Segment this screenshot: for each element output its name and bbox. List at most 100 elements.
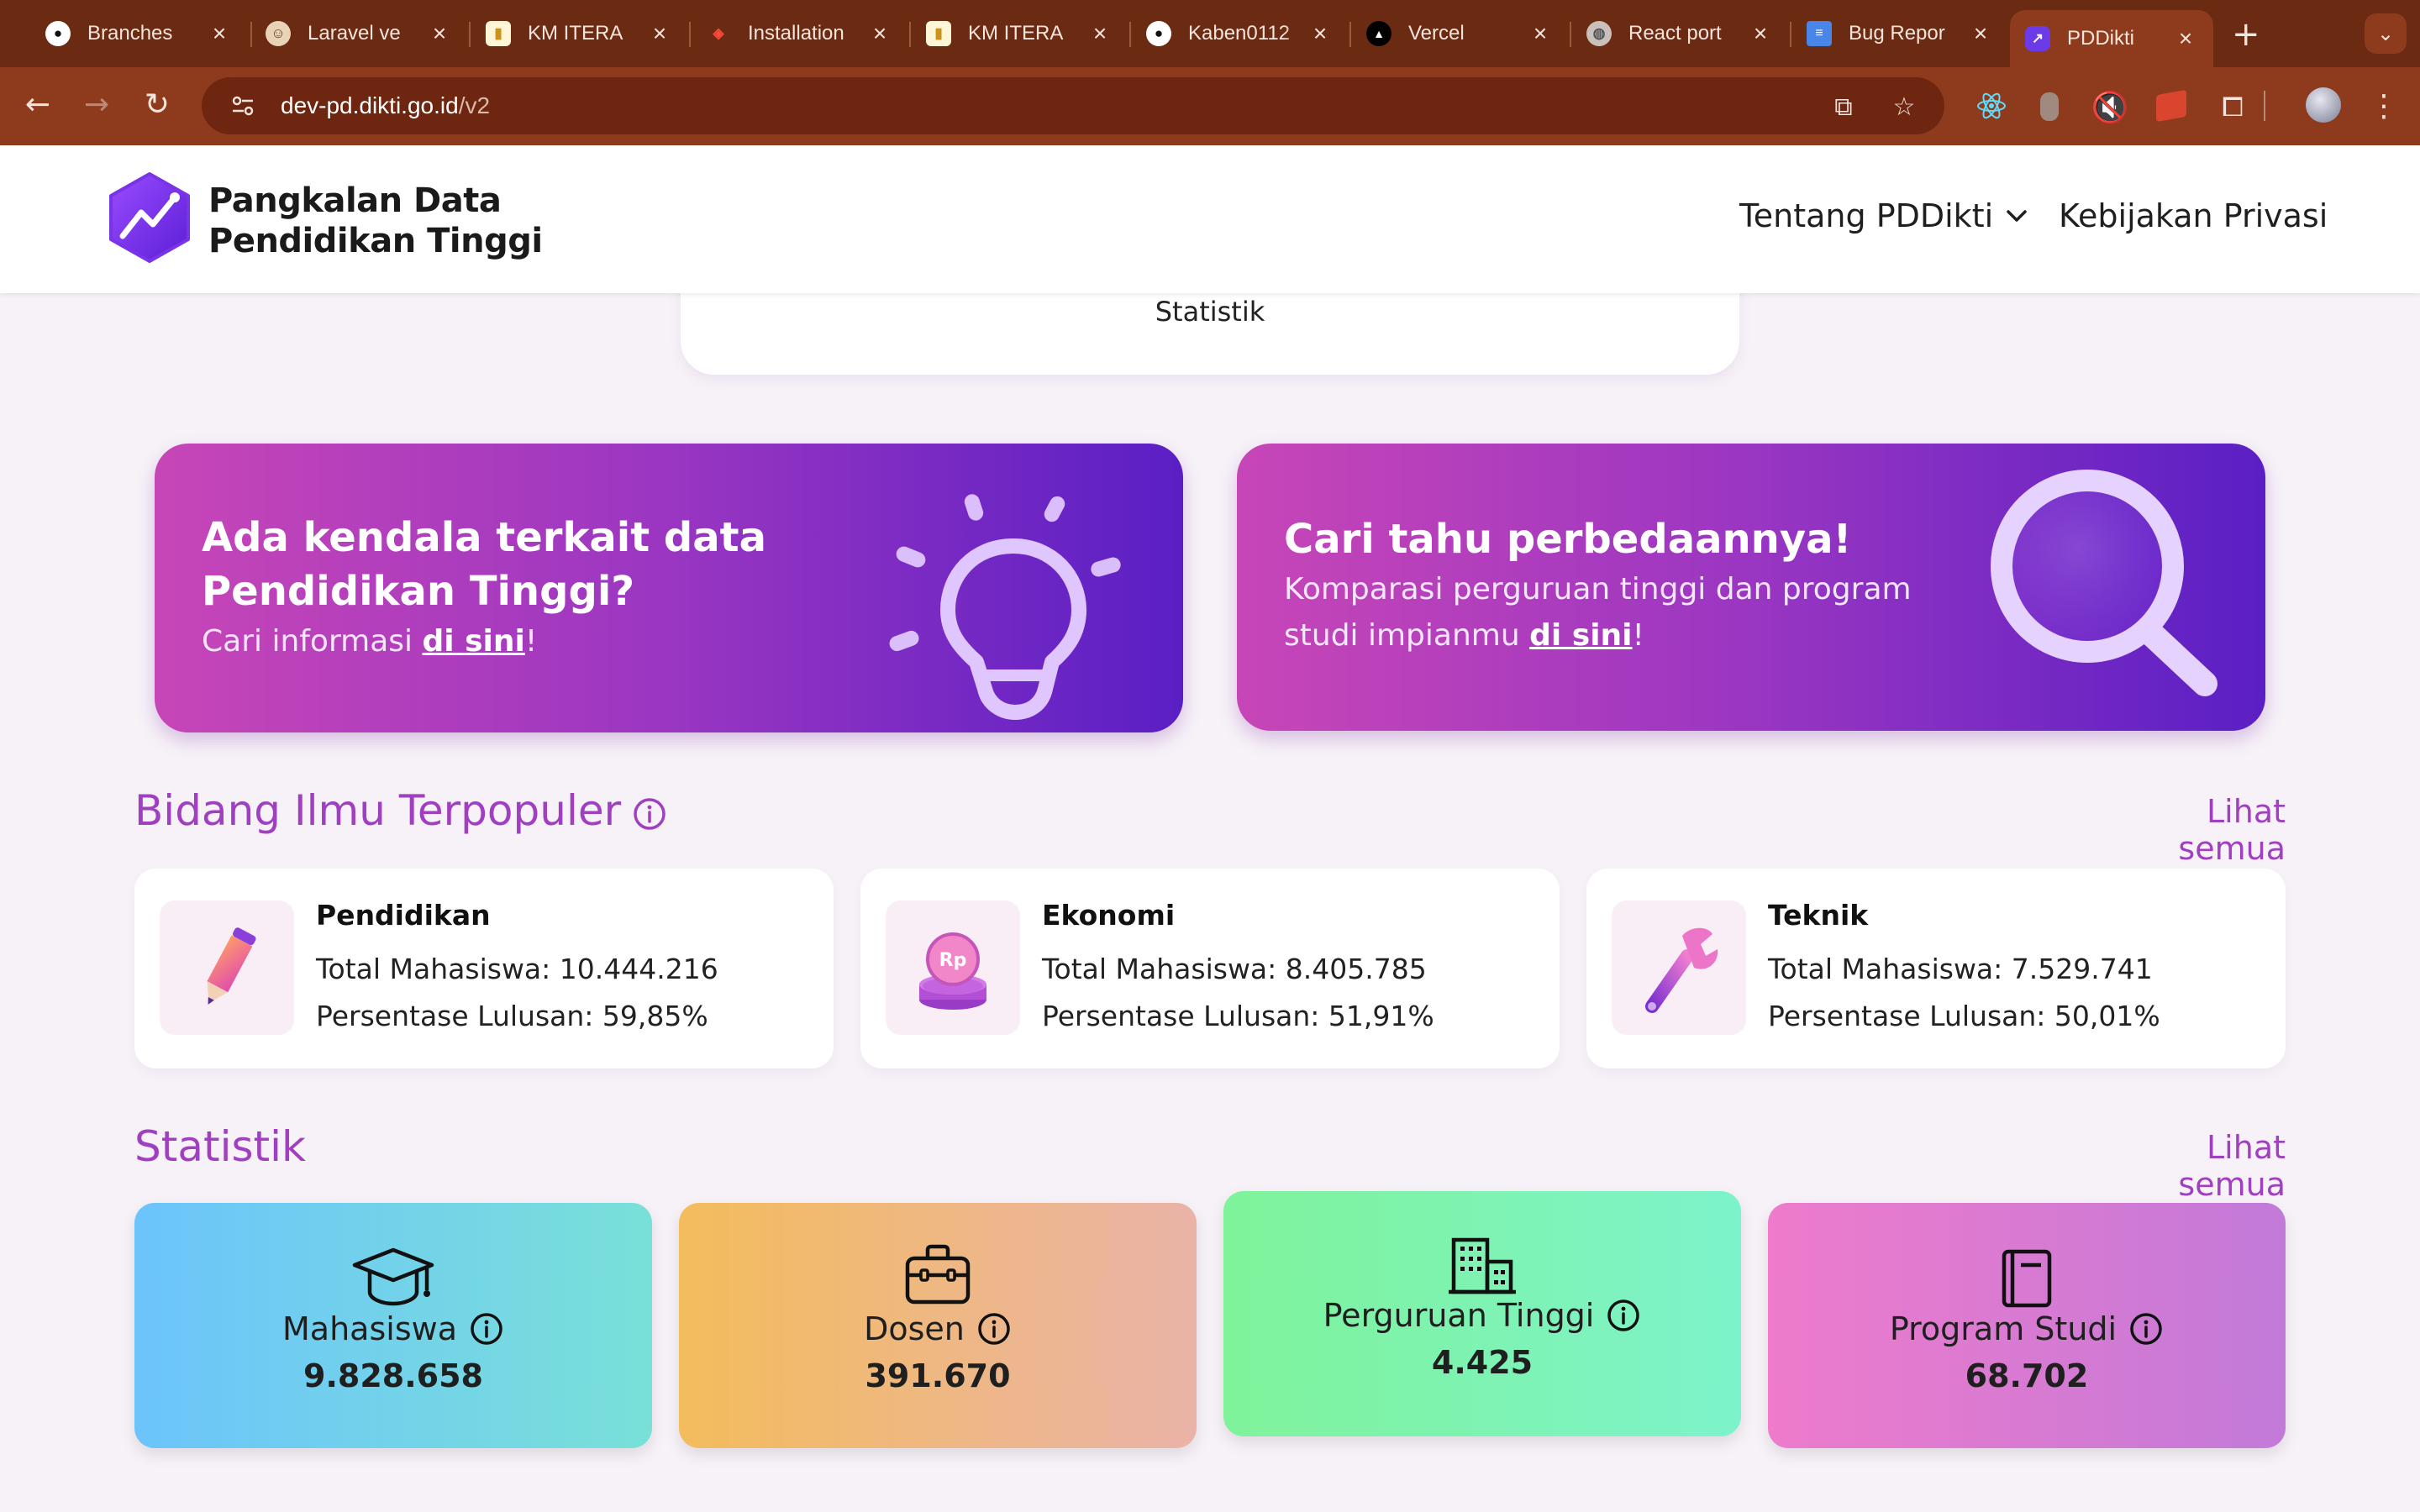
info-icon[interactable] [632, 796, 667, 832]
stat-card-dosen[interactable]: Dosen 391.670 [679, 1203, 1197, 1448]
forward-icon[interactable]: → [76, 84, 118, 126]
field-card-ekonomi[interactable]: Rp Ekonomi Total Mahasiswa: 8.405.785 Pe… [860, 869, 1560, 1068]
url-path: /v2 [458, 92, 491, 118]
stat-value: 391.670 [865, 1357, 1011, 1394]
compare-link[interactable]: di sini [1529, 618, 1632, 653]
extension-pill-icon[interactable] [2040, 92, 2059, 121]
compare-banner-text-line-1: Komparasi perguruan tinggi dan program [1284, 572, 1912, 606]
compare-banner-text-suffix: ! [1632, 618, 1644, 653]
laravel-avatar-icon: ☺ [266, 21, 291, 46]
info-icon[interactable] [2128, 1311, 2164, 1347]
tab-search-button[interactable]: ⌄ [2365, 13, 2407, 54]
site-info-icon[interactable] [230, 93, 255, 118]
close-icon[interactable]: × [1528, 20, 1553, 47]
statistics-section-title: Statistik [134, 1122, 306, 1171]
itera-icon: ▮ [486, 21, 511, 46]
compare-banner-text-line-2: studi impianmu [1284, 618, 1530, 653]
logo-text[interactable]: Pangkalan Data Pendidikan Tinggi [208, 181, 543, 261]
close-icon[interactable]: × [867, 20, 892, 47]
extensions-puzzle-icon[interactable]: ⧠ [2212, 86, 2254, 128]
info-icon[interactable] [1606, 1298, 1641, 1333]
pddikti-logo-icon[interactable] [104, 171, 195, 265]
svg-text:Rp: Rp [939, 950, 967, 971]
pddikti-icon: ↗ [2025, 26, 2050, 51]
field-graduation-rate: Persentase Lulusan: 59,85% [316, 1000, 708, 1032]
help-link[interactable]: di sini [422, 624, 524, 659]
menu-label: Tentang PDDikti [1739, 197, 1994, 234]
building-icon [1449, 1237, 1516, 1294]
tab-km-itera[interactable]: ▮ KM ITERA × [471, 10, 687, 57]
new-tab-button[interactable]: + [2232, 15, 2260, 54]
info-icon[interactable] [469, 1311, 504, 1347]
tab-bug-report[interactable]: ≡ Bug Repor × [1791, 10, 2008, 57]
ruler-extension-icon[interactable] [2156, 89, 2186, 123]
tab-title: Branches [87, 22, 173, 45]
vercel-icon: ▲ [1366, 21, 1392, 46]
react-devtools-icon[interactable] [1975, 89, 2008, 123]
wrench-icon [1645, 927, 1718, 1013]
github-icon: ● [1146, 21, 1171, 46]
reload-icon[interactable]: ↻ [136, 84, 178, 126]
chevron-down-icon [2007, 210, 2027, 222]
tab-title: Laravel ve [308, 22, 401, 45]
stat-label-text: Dosen [864, 1310, 965, 1347]
tab-pddikti[interactable]: ↗ PDDikti × [2010, 10, 2213, 67]
field-icon-box: Rp [886, 900, 1020, 1035]
stat-card-perguruan-tinggi[interactable]: Perguruan Tinggi 4.425 [1223, 1191, 1741, 1436]
stat-card-mahasiswa[interactable]: Mahasiswa 9.828.658 [134, 1203, 652, 1448]
muted-speaker-icon[interactable]: 🔇 [2089, 87, 2131, 129]
laravel-icon: ◈ [713, 25, 724, 41]
close-icon[interactable]: × [647, 20, 672, 47]
browser-toolbar: ← → ↻ dev-pd.dikti.go.id/v2 ⧉ ☆ 🔇 ⧠ ⋮ [0, 67, 2420, 145]
logo-line-2: Pendidikan Tinggi [208, 222, 543, 260]
menu-tentang-pddikti[interactable]: Tentang PDDikti [1739, 197, 2028, 234]
tab-title: React port [1628, 22, 1722, 45]
stat-label-text: Mahasiswa [282, 1310, 457, 1347]
menu-kebijakan-privasi[interactable]: Kebijakan Privasi [2059, 197, 2328, 234]
field-card-pendidikan[interactable]: Pendidikan Total Mahasiswa: 10.444.216 P… [134, 869, 834, 1068]
popular-section-title: Bidang Ilmu Terpopuler [134, 786, 622, 835]
close-icon[interactable]: × [2173, 25, 2198, 52]
url-host: dev-pd.dikti.go.id [281, 92, 459, 118]
browser-menu-icon[interactable]: ⋮ [2363, 86, 2405, 128]
globe-icon: ◍ [1586, 21, 1612, 46]
statistik-tab-label: Statistik [1155, 296, 1265, 328]
help-banner-text-suffix: ! [524, 624, 538, 659]
popular-see-all-link[interactable]: Lihat semua [2101, 793, 2286, 867]
help-banner-title: Ada kendala terkait data Pendidikan Ting… [202, 511, 766, 618]
close-icon[interactable]: × [1087, 20, 1113, 47]
profile-avatar[interactable] [2306, 87, 2341, 123]
tab-installation[interactable]: ◈ Installation × [691, 10, 908, 57]
back-icon[interactable]: ← [17, 84, 59, 126]
stat-label: Dosen [679, 1310, 1197, 1347]
tab-branches[interactable]: ● Branches × [30, 10, 247, 57]
field-total-students: Total Mahasiswa: 7.529.741 [1768, 953, 2153, 985]
graduation-cap-icon [352, 1247, 434, 1306]
tab-km-itera-2[interactable]: ▮ KM ITERA × [911, 10, 1128, 57]
close-icon[interactable]: × [1748, 20, 1773, 47]
tab-vercel[interactable]: ▲ Vercel × [1351, 10, 1568, 57]
close-icon[interactable]: × [1307, 20, 1333, 47]
bookmark-star-icon[interactable]: ☆ [1889, 92, 1919, 123]
tab-laravel[interactable]: ☺ Laravel ve × [250, 10, 467, 57]
briefcase-icon [905, 1244, 971, 1305]
browser-tab-bar: ● Branches × ☺ Laravel ve × ▮ KM ITERA ×… [0, 0, 2420, 67]
pencil-icon [207, 927, 256, 1005]
tab-react-port[interactable]: ◍ React port × [1571, 10, 1788, 57]
stat-value: 4.425 [1431, 1344, 1534, 1381]
address-bar[interactable]: dev-pd.dikti.go.id/v2 ⧉ ☆ [202, 77, 1944, 134]
info-icon[interactable] [976, 1311, 1012, 1347]
tab-kaben[interactable]: ● Kaben0112 × [1131, 10, 1348, 57]
field-icon-box [1612, 900, 1746, 1035]
magnifier-icon [1991, 470, 2217, 696]
install-app-icon[interactable]: ⧉ [1828, 92, 1859, 123]
help-banner-title-line-2: Pendidikan Tinggi? [202, 568, 635, 615]
close-icon[interactable]: × [427, 20, 452, 47]
tab-title: Bug Repor [1849, 22, 1945, 45]
field-card-teknik[interactable]: Teknik Total Mahasiswa: 7.529.741 Persen… [1586, 869, 2286, 1068]
stat-card-program-studi[interactable]: Program Studi 68.702 [1768, 1203, 2286, 1448]
close-icon[interactable]: × [1968, 20, 1993, 47]
statistics-see-all-link[interactable]: Lihat semua [2101, 1129, 2286, 1203]
close-icon[interactable]: × [207, 20, 232, 47]
book-icon [2002, 1249, 2052, 1308]
